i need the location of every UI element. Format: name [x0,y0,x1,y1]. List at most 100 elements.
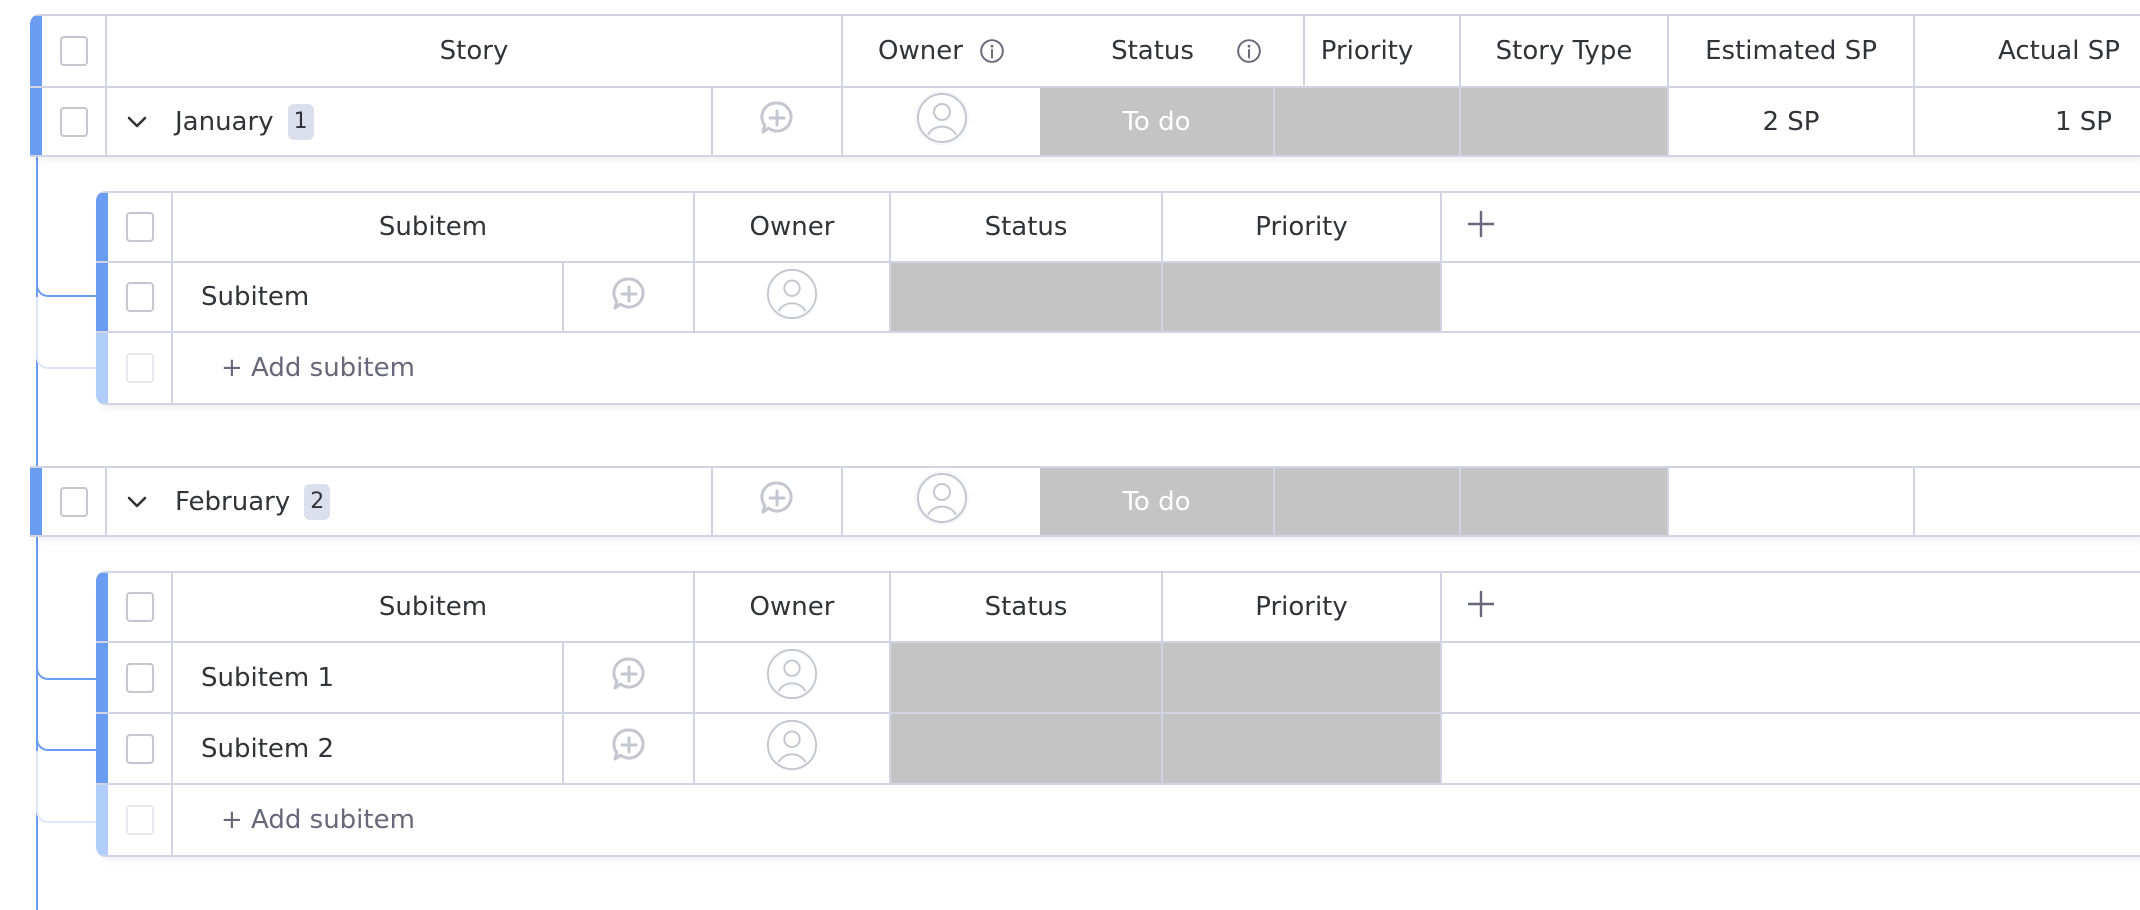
column-header-subitem[interactable]: Subitem [173,573,695,641]
column-header-label: Priority [1320,36,1414,66]
select-all-cell [42,16,107,86]
updates-cell[interactable] [564,643,695,712]
group-row-january[interactable]: January 1 To do 2 SP 1 SP [30,88,2140,157]
column-header-estimated-sp[interactable]: Estimated SP [1669,16,1915,86]
select-all-subitems-checkbox[interactable] [125,212,154,242]
add-update-icon[interactable] [609,274,649,321]
subitem-count-badge[interactable]: 1 [287,103,314,140]
row-checkbox[interactable] [125,733,154,764]
column-header-label: Estimated SP [1705,36,1877,66]
story-name-cell[interactable]: January 1 [107,88,713,155]
column-header-status[interactable]: Status [891,193,1163,261]
row-select-cell [108,263,173,331]
subitem-name: Subitem [201,282,310,312]
estimated-sp-cell[interactable]: 2 SP [1669,88,1915,155]
column-header-priority[interactable]: Priority [1163,193,1442,261]
add-subitem-cell[interactable]: + Add subitem [173,333,2133,403]
owner-cell[interactable] [695,263,891,331]
plus-icon[interactable] [1466,209,1496,246]
column-header-priority[interactable]: Priority [1163,573,1442,641]
updates-cell[interactable] [564,714,695,783]
row-checkbox[interactable] [59,106,88,137]
column-header-label: Status [984,592,1068,622]
select-all-cell [108,573,173,641]
add-subitem-button[interactable]: + Add subitem [173,805,415,835]
plus-icon[interactable] [1466,589,1496,626]
status-cell[interactable] [891,714,1163,783]
actual-sp-cell[interactable] [1915,468,2140,535]
priority-cell[interactable] [1275,88,1461,155]
owner-cell[interactable] [843,468,1040,535]
column-header-label: Owner [878,36,963,66]
group-row-february[interactable]: February 2 To do [30,466,2140,537]
subitem-row[interactable]: Subitem [96,263,2140,333]
info-icon[interactable] [1236,38,1262,64]
status-cell[interactable] [891,263,1163,331]
actual-sp-cell[interactable]: 1 SP [1915,88,2140,155]
add-update-icon[interactable] [609,725,649,772]
person-avatar-icon [765,647,819,708]
subitem-name-cell[interactable]: Subitem 2 [173,714,564,783]
subitem-name: Subitem 2 [201,733,335,764]
column-header-story[interactable]: Story [107,16,843,86]
column-header-label: Story [439,36,509,66]
status-cell[interactable]: To do [1040,468,1275,535]
tree-connector-add [36,751,98,823]
row-checkbox[interactable] [59,486,88,517]
column-header-status[interactable]: Status [1040,16,1305,86]
story-type-cell[interactable] [1461,468,1669,535]
info-icon[interactable] [979,38,1005,64]
row-checkbox[interactable] [125,662,154,693]
subitem-name-cell[interactable]: Subitem 1 [173,643,564,712]
story-name-cell[interactable]: February 2 [107,468,713,535]
priority-cell[interactable] [1163,714,1442,783]
priority-cell[interactable] [1163,643,1442,712]
add-update-icon[interactable] [609,654,649,701]
add-update-icon[interactable] [757,98,797,145]
estimated-sp-cell[interactable] [1669,468,1915,535]
select-all-subitems-checkbox[interactable] [125,592,154,622]
row-select-cell [108,714,173,783]
subitems-header: Subitem Owner Status Priority [96,571,2140,643]
owner-cell[interactable] [843,88,1040,155]
column-header-subitem[interactable]: Subitem [173,193,695,261]
subitem-row[interactable]: Subitem 2 [96,714,2140,785]
column-header-label: Priority [1255,212,1348,242]
chevron-down-icon[interactable] [125,110,149,134]
subitems-header: Subitem Owner Status Priority [96,191,2140,263]
main-table-february: February 2 To do [30,466,2140,537]
add-subitem-cell[interactable]: + Add subitem [173,785,2133,855]
updates-cell[interactable] [713,468,843,535]
column-header-priority[interactable]: Priority [1275,16,1461,86]
column-header-owner[interactable]: Owner [695,573,891,641]
select-all-checkbox[interactable] [59,36,88,66]
column-header-story-type[interactable]: Story Type [1461,16,1669,86]
column-header-actual-sp[interactable]: Actual SP [1915,16,2140,86]
subitem-count-badge[interactable]: 2 [304,483,331,520]
chevron-down-icon[interactable] [125,490,149,514]
column-header-label: Status [1111,36,1194,66]
updates-cell[interactable] [564,263,695,331]
priority-cell[interactable] [1163,263,1442,331]
column-header-label: Owner [749,592,835,622]
person-avatar-icon [765,267,819,328]
subitem-name-cell[interactable]: Subitem [173,263,564,331]
story-name: February [175,486,291,517]
column-header-status[interactable]: Status [891,573,1163,641]
column-header-label: Status [984,212,1068,242]
owner-cell[interactable] [695,714,891,783]
column-header-owner[interactable]: Owner [695,193,891,261]
subitem-row[interactable]: Subitem 1 [96,643,2140,714]
status-cell[interactable]: To do [1040,88,1275,155]
status-cell[interactable] [891,643,1163,712]
add-update-icon[interactable] [757,478,797,525]
add-subitem-row: + Add subitem [96,785,2140,857]
owner-cell[interactable] [695,643,891,712]
priority-cell[interactable] [1275,468,1461,535]
row-select-cell [108,333,173,403]
column-header-owner[interactable]: Owner [843,16,1040,86]
row-checkbox[interactable] [125,282,154,312]
story-type-cell[interactable] [1461,88,1669,155]
updates-cell[interactable] [713,88,843,155]
add-subitem-button[interactable]: + Add subitem [173,353,415,383]
